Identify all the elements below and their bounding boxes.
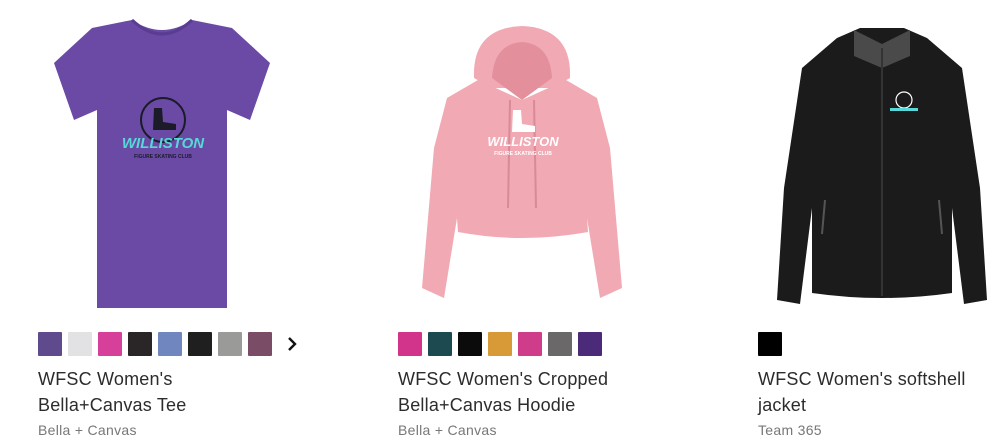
product-title-line[interactable]: WFSC Women's Cropped	[398, 366, 698, 392]
color-swatch[interactable]	[158, 332, 182, 356]
color-swatch[interactable]	[518, 332, 542, 356]
color-swatch[interactable]	[98, 332, 122, 356]
color-swatch[interactable]	[428, 332, 452, 356]
color-swatch[interactable]	[578, 332, 602, 356]
color-swatch[interactable]	[488, 332, 512, 356]
product-brand: Bella + Canvas	[398, 422, 497, 438]
product-image[interactable]: WILLISTON FIGURE SKATING CLUB	[382, 8, 662, 313]
product-image[interactable]: WILLISTON FIGURE SKATING CLUB	[22, 8, 302, 313]
logo-text: WILLISTON	[487, 134, 559, 149]
product-title[interactable]: WFSC Women's Bella+Canvas Tee	[38, 366, 338, 418]
product-title[interactable]: WFSC Women's Cropped Bella+Canvas Hoodie	[398, 366, 698, 418]
product-image[interactable]	[742, 8, 1006, 313]
color-swatch[interactable]	[188, 332, 212, 356]
product-brand: Team 365	[758, 422, 822, 438]
color-swatch[interactable]	[38, 332, 62, 356]
product-title-line[interactable]: Bella+Canvas Hoodie	[398, 392, 698, 418]
product-card[interactable]: WILLISTON FIGURE SKATING CLUB WFSC Women…	[22, 0, 342, 445]
product-brand: Bella + Canvas	[38, 422, 137, 438]
product-card[interactable]: WFSC Women's softshell jacket Team 365	[742, 0, 1006, 445]
logo-text-mark	[890, 108, 918, 111]
color-swatch[interactable]	[398, 332, 422, 356]
color-swatch[interactable]	[68, 332, 92, 356]
color-swatch[interactable]	[128, 332, 152, 356]
logo-subtext: FIGURE SKATING CLUB	[134, 154, 192, 160]
color-swatches	[398, 332, 608, 356]
tee-body	[54, 20, 270, 308]
product-title[interactable]: WFSC Women's softshell jacket	[758, 366, 1006, 418]
color-swatch[interactable]	[758, 332, 782, 356]
color-swatches	[758, 332, 788, 356]
color-swatch[interactable]	[248, 332, 272, 356]
product-title-line[interactable]: jacket	[758, 392, 1006, 418]
logo-text: WILLISTON	[122, 135, 205, 152]
logo-subtext: FIGURE SKATING CLUB	[494, 151, 552, 157]
product-title-line[interactable]: WFSC Women's	[38, 366, 338, 392]
chevron-right-icon[interactable]	[284, 332, 300, 356]
hoodie-body	[422, 80, 622, 298]
product-card[interactable]: WILLISTON FIGURE SKATING CLUB WFSC Women…	[382, 0, 702, 445]
color-swatches	[38, 332, 300, 356]
product-title-line[interactable]: WFSC Women's softshell	[758, 366, 1006, 392]
color-swatch[interactable]	[218, 332, 242, 356]
product-title-line[interactable]: Bella+Canvas Tee	[38, 392, 338, 418]
color-swatch[interactable]	[458, 332, 482, 356]
color-swatch[interactable]	[548, 332, 572, 356]
